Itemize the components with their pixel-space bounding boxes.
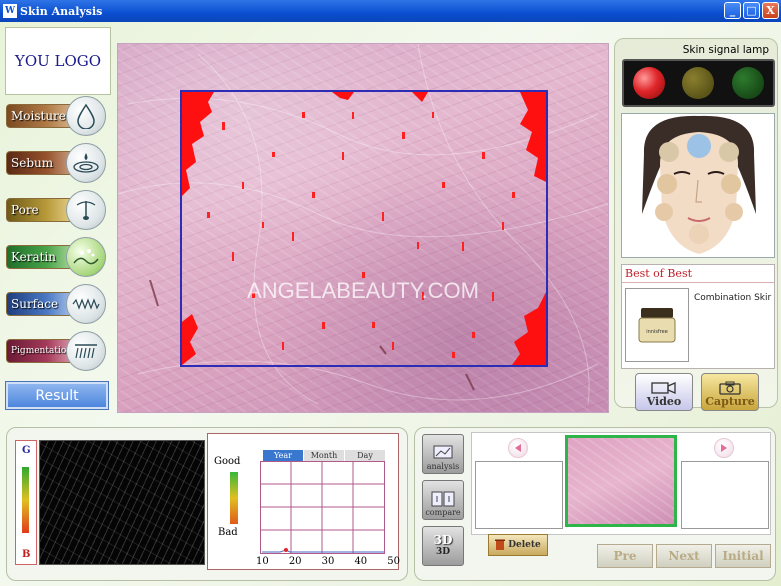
x-tick: 40 [354, 556, 368, 567]
3d-label: 3D [435, 547, 451, 557]
capture-label: Capture [705, 395, 755, 408]
thumbnail-right[interactable] [681, 461, 769, 529]
best-title: Best of Best [622, 265, 774, 283]
hair-follicle-icon [66, 190, 106, 230]
logo: YOU LOGO [5, 27, 111, 95]
bad-label: Bad [218, 527, 238, 538]
history-line [262, 549, 384, 553]
next-button[interactable]: Next [656, 544, 712, 568]
oil-ripple-icon [66, 143, 106, 183]
tab-month[interactable]: Month [304, 450, 344, 461]
product-name: Combination Skir [694, 293, 772, 303]
main-area: YOU LOGO Moisture Sebum Pore Keratin Sur… [0, 22, 781, 586]
app-icon: W [3, 4, 17, 18]
green-lamp [732, 67, 765, 99]
good-bad-scale: G B [15, 440, 37, 565]
compare-icon [431, 491, 455, 507]
analysis-label: analysis [426, 462, 460, 471]
pigmentation-button[interactable]: Pigmentation [6, 331, 110, 371]
x-tick: 10 [256, 556, 269, 567]
best-of-best-panel: Best of Best innisfree Combination Skir [621, 264, 775, 369]
scale-gradient [22, 467, 29, 533]
minimize-button[interactable]: _ [724, 2, 741, 19]
face-illustration [622, 114, 774, 257]
tab-year[interactable]: Year [263, 450, 303, 461]
analysis-region[interactable] [180, 90, 548, 367]
x-axis-ticks: 10 20 30 40 50 [256, 556, 400, 567]
pore-button[interactable]: Pore [6, 190, 110, 230]
cream-jar-icon: innisfree [638, 308, 676, 343]
keratin-button[interactable]: Keratin [6, 237, 110, 277]
x-tick: 20 [288, 556, 302, 567]
delete-label: Delete [508, 540, 541, 550]
thumbnail-strip [471, 432, 771, 535]
compare-label: compare [425, 508, 461, 517]
initial-button[interactable]: Initial [715, 544, 771, 568]
3d-icon: 3D [433, 533, 453, 547]
pigmentation-label: Pigmentation [6, 339, 74, 363]
maximize-button[interactable]: □ [743, 2, 760, 19]
video-camera-icon [651, 382, 676, 394]
skin-image-view: ANGELABEAUTY.COM [117, 43, 609, 413]
signal-lamp-title: Skin signal lamp [682, 44, 769, 56]
keratin-icon [66, 237, 106, 277]
x-tick: 30 [321, 556, 335, 567]
scale-top-label: G [22, 445, 31, 456]
drop-icon [66, 96, 106, 136]
product-label: innisfree [646, 329, 668, 335]
binary-skin-image [39, 440, 205, 565]
close-button[interactable]: X [762, 2, 779, 19]
image-browser-panel: analysis compare 3D 3D Delete Pre Next I… [414, 427, 776, 581]
good-bad-arrow [230, 472, 238, 524]
right-arrow-icon [721, 444, 727, 452]
face-zone-map [621, 113, 775, 258]
photo-camera-icon [719, 381, 741, 395]
pore-label: Pore [6, 198, 74, 222]
x-tick: 50 [387, 556, 400, 567]
surface-button[interactable]: Surface [6, 284, 110, 324]
watermark: ANGELABEAUTY.COM [247, 278, 479, 303]
video-label: Video [646, 395, 682, 408]
result-button[interactable]: Result [6, 382, 108, 409]
next-arrow-button[interactable] [714, 438, 734, 458]
tab-day[interactable]: Day [345, 450, 385, 461]
good-label: Good [214, 456, 241, 467]
analysis-result-panel: G B Good Bad Year Month Day 10 20 30 40 … [6, 427, 408, 581]
history-chart [260, 461, 385, 554]
moisture-label: Moisture [6, 104, 74, 128]
analysis-button[interactable]: analysis [422, 434, 464, 474]
delete-button[interactable]: Delete [488, 534, 548, 556]
video-button[interactable]: Video [635, 373, 693, 411]
moisture-button[interactable]: Moisture [6, 96, 110, 136]
capture-button[interactable]: Capture [701, 373, 759, 411]
wave-surface-icon [66, 284, 106, 324]
title-bar: W Skin Analysis _ □ X [0, 0, 781, 22]
sebum-label: Sebum [6, 151, 74, 175]
keratin-label: Keratin [6, 245, 74, 269]
product-image[interactable]: innisfree [625, 288, 689, 362]
scale-bottom-label: B [22, 549, 31, 560]
analysis-icon [433, 445, 453, 459]
window-title: Skin Analysis [20, 4, 103, 18]
history-graph-panel: Good Bad Year Month Day 10 20 30 40 50 [207, 433, 400, 570]
red-lamp [632, 67, 665, 99]
left-arrow-icon [515, 444, 521, 452]
history-point [284, 548, 288, 552]
3d-button[interactable]: 3D 3D [422, 526, 464, 566]
thumbnail-selected[interactable] [565, 435, 677, 527]
prev-arrow-button[interactable] [508, 438, 528, 458]
trash-icon [495, 539, 506, 550]
red-detection-overlay [182, 92, 546, 365]
signal-panel: Skin signal lamp Best of Best innisfree … [614, 38, 778, 411]
yellow-lamp [682, 67, 715, 99]
pre-button[interactable]: Pre [597, 544, 653, 568]
pigment-lines-icon [66, 331, 106, 371]
signal-lamps [622, 59, 775, 107]
compare-button[interactable]: compare [422, 480, 464, 520]
sebum-button[interactable]: Sebum [6, 143, 110, 183]
thumbnail-left[interactable] [475, 461, 563, 529]
surface-label: Surface [6, 292, 74, 316]
